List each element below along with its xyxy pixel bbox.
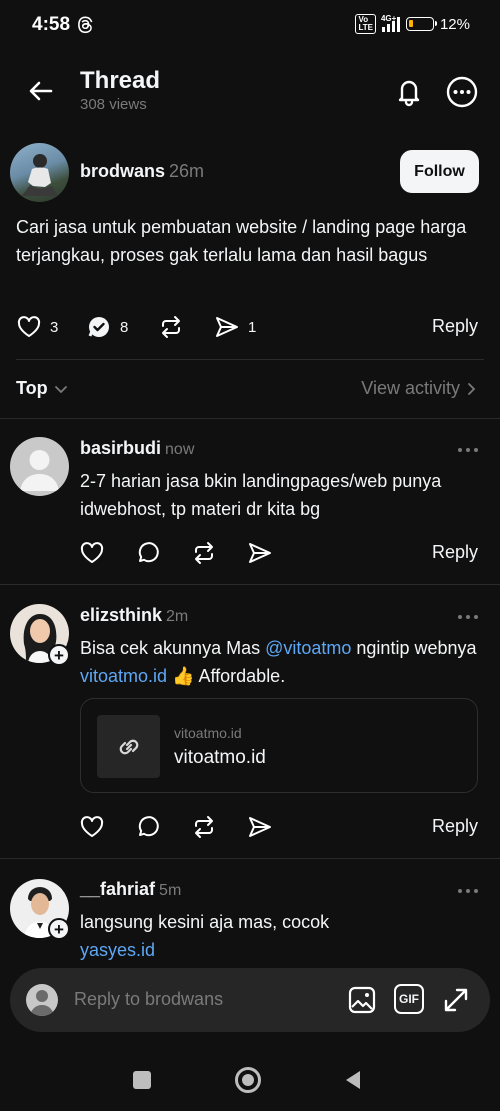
chevron-down-icon — [54, 385, 67, 393]
post-time: 26m — [169, 161, 205, 181]
post-author-name[interactable]: brodwans — [80, 161, 165, 181]
follow-button[interactable]: Follow — [400, 150, 479, 193]
share-count: 1 — [248, 318, 257, 336]
divider — [16, 359, 484, 360]
like-button[interactable]: 3 — [16, 314, 58, 340]
view-activity-label: View activity — [361, 378, 460, 398]
comment-header: basirbudi now — [80, 438, 194, 459]
gif-icon[interactable]: GIF — [394, 984, 424, 1014]
link-title: vitoatmo.id — [174, 747, 266, 768]
recents-button[interactable] — [133, 1071, 151, 1089]
back-arrow-icon[interactable] — [24, 74, 58, 108]
comment-header: __fahriaf 5m — [80, 879, 181, 900]
link-domain: vitoatmo.id — [174, 725, 242, 741]
bell-icon[interactable] — [392, 74, 426, 108]
comment-reply-button[interactable]: Reply — [432, 542, 478, 563]
comment-button[interactable] — [135, 540, 161, 566]
back-nav-button[interactable] — [344, 1070, 362, 1090]
comment-button[interactable] — [135, 814, 161, 840]
repost-button[interactable] — [158, 314, 184, 340]
divider — [0, 584, 500, 585]
comment-time: 5m — [159, 882, 182, 899]
sort-label: Top — [16, 378, 48, 398]
view-count: 308 views — [80, 96, 147, 113]
status-time: 4:58 — [32, 14, 71, 35]
heart-icon — [17, 316, 41, 337]
divider — [0, 418, 500, 419]
sort-dropdown[interactable]: Top — [16, 378, 68, 399]
more-horizontal-icon[interactable] — [457, 887, 479, 895]
comment-text: 2-7 harian jasa bkin landingpages/web pu… — [80, 471, 442, 519]
heart-icon — [80, 816, 104, 837]
post-author[interactable]: brodwans 26m — [80, 161, 204, 182]
home-button[interactable] — [235, 1067, 261, 1093]
share-button[interactable] — [247, 540, 273, 566]
link-thumbnail — [97, 715, 160, 778]
share-button[interactable] — [247, 814, 273, 840]
send-icon — [216, 317, 238, 337]
status-icons: Vo LTE 4G+ 12% — [355, 14, 470, 34]
comment-author[interactable]: elizsthink — [80, 605, 162, 625]
comment-text: Bisa cek akunnya Mas @vitoatmo ngintip w… — [80, 638, 477, 686]
repost-button[interactable] — [191, 540, 217, 566]
comment-button[interactable]: 8 — [86, 314, 128, 340]
repost-icon — [195, 816, 213, 838]
link-icon — [119, 739, 138, 754]
follow-plus-icon[interactable]: + — [48, 644, 70, 666]
view-activity-link[interactable]: View activity — [361, 378, 476, 399]
comment-icon — [138, 816, 159, 837]
link-preview-card[interactable]: vitoatmo.id vitoatmo.id — [80, 698, 478, 793]
author-avatar[interactable] — [10, 143, 69, 202]
repost-icon — [195, 542, 213, 564]
repost-icon — [162, 316, 180, 338]
my-avatar — [26, 984, 58, 1016]
comment-text: langsung kesini aja mas, cocok yasyes.id — [80, 912, 330, 960]
url-link[interactable]: yasyes.id — [80, 940, 155, 960]
battery-percent: 12% — [439, 15, 470, 33]
comment-author[interactable]: __fahriaf — [80, 879, 155, 899]
page-title: Thread — [80, 67, 161, 94]
status-bar: 4:58 Vo LTE 4G+ 12% — [0, 0, 500, 52]
more-options-icon[interactable] — [444, 74, 480, 110]
url-link[interactable]: vitoatmo.id — [80, 666, 167, 686]
more-horizontal-icon[interactable] — [457, 613, 479, 621]
more-horizontal-icon[interactable] — [457, 446, 479, 454]
divider — [0, 858, 500, 859]
battery-icon — [405, 17, 437, 31]
expand-icon[interactable] — [440, 984, 472, 1016]
chevron-right-icon — [468, 382, 476, 395]
post-reply-button[interactable]: Reply — [432, 316, 478, 337]
comment-time: now — [165, 441, 195, 458]
share-button[interactable]: 1 — [214, 314, 256, 340]
threads-notification-icon — [78, 16, 94, 34]
comment-header: elizsthink 2m — [80, 605, 188, 626]
comment-reply-button[interactable]: Reply — [432, 816, 478, 837]
repost-button[interactable] — [191, 814, 217, 840]
comment-icon — [138, 542, 159, 563]
send-icon — [249, 817, 271, 837]
post-text: Cari jasa untuk pembuatan website / land… — [16, 217, 467, 265]
follow-plus-icon[interactable]: + — [48, 918, 70, 940]
comment-check-icon — [88, 317, 109, 337]
like-button[interactable] — [79, 814, 105, 840]
volte-icon: Vo LTE — [355, 14, 376, 34]
comment-avatar[interactable] — [10, 437, 69, 496]
heart-icon — [80, 542, 104, 563]
like-count: 3 — [50, 318, 59, 336]
comment-author[interactable]: basirbudi — [80, 438, 161, 458]
mention-link[interactable]: @vitoatmo — [265, 638, 351, 658]
reply-input[interactable]: Reply to brodwans — [74, 989, 223, 1010]
send-icon — [249, 543, 271, 563]
system-nav-bar — [0, 1040, 500, 1111]
image-icon[interactable] — [346, 984, 378, 1016]
comment-count: 8 — [120, 318, 129, 336]
signal-icon: 4G+ — [381, 14, 400, 32]
like-button[interactable] — [79, 540, 105, 566]
reply-composer[interactable]: Reply to brodwans GIF — [10, 968, 490, 1032]
comment-time: 2m — [166, 608, 189, 625]
